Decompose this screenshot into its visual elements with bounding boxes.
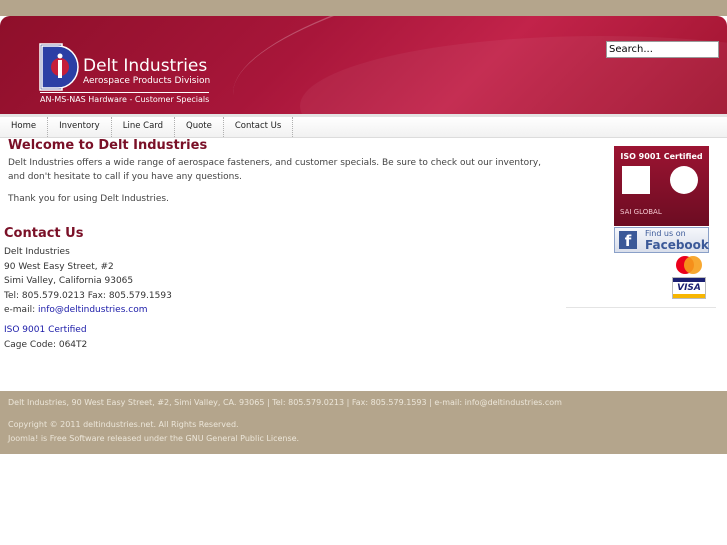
facebook-icon: f: [619, 231, 637, 250]
iso-badge[interactable]: ISO 9001 Certified SAI GLOBAL: [614, 146, 709, 226]
site-tagline: AN-MS-NAS Hardware - Customer Specials: [40, 92, 210, 104]
sidebar-divider: [566, 307, 716, 308]
site-header: Delt Industries Aerospace Products Divis…: [0, 16, 727, 114]
nav-item-inventory[interactable]: Inventory: [48, 117, 112, 137]
header-swoosh-line: [220, 16, 727, 114]
visa-top-band: [673, 278, 705, 282]
email-link[interactable]: info@deltindustries.com: [38, 305, 148, 315]
contact-title: Contact Us: [4, 226, 84, 241]
footer-license: Joomla! is Free Software released under …: [8, 434, 300, 443]
thank-you-paragraph: Thank you for using Delt Industries.: [8, 194, 169, 204]
facebook-top-label: Find us on: [645, 229, 686, 238]
facebook-bottom-label: Facebook: [645, 238, 709, 252]
site-division: Aerospace Products Division: [83, 76, 211, 86]
footer-address: Delt Industries, 90 West Easy Street, #2…: [8, 398, 562, 407]
iso-badge-sub: SAI GLOBAL: [620, 208, 662, 216]
contact-email-row: e-mail: info@deltindustries.com: [4, 303, 172, 318]
contact-address: Delt Industries 90 West Easy Street, #2 …: [4, 245, 172, 318]
cage-code: Cage Code: 064T2: [4, 340, 88, 350]
iso-certified-link[interactable]: ISO 9001 Certified: [4, 325, 87, 335]
contact-company: Delt Industries: [4, 247, 70, 257]
visa-icon: VISA: [672, 277, 706, 299]
nav-item-contact-us[interactable]: Contact Us: [224, 117, 294, 137]
site-logo[interactable]: Delt Industries Aerospace Products Divis…: [38, 42, 218, 114]
search-input[interactable]: Search...: [606, 41, 719, 58]
anab-icon: [622, 166, 650, 194]
welcome-paragraph: Delt Industries offers a wide range of a…: [8, 158, 542, 182]
contact-street: 90 West Easy Street, #2: [4, 261, 114, 272]
site-name: Delt Industries: [83, 56, 208, 76]
contact-phone-fax: Tel: 805.579.0213 Fax: 805.579.1593: [4, 290, 172, 301]
nav-item-line-card[interactable]: Line Card: [112, 117, 176, 137]
mastercard-icon: [672, 254, 706, 276]
nav-item-home[interactable]: Home: [0, 117, 49, 137]
nav-item-quote[interactable]: Quote: [175, 117, 224, 137]
main-nav: Home Inventory Line Card Quote Contact U…: [0, 114, 727, 138]
site-footer: Delt Industries, 90 West Easy Street, #2…: [0, 391, 727, 454]
visa-label: VISA: [677, 283, 701, 293]
certification-seal-icon: [670, 166, 698, 194]
contact-city: Simi Valley, California 93065: [4, 276, 134, 286]
footer-copyright: Copyright © 2011 deltindustries.net. All…: [8, 420, 239, 429]
email-label: e-mail:: [4, 305, 36, 315]
facebook-button[interactable]: f Find us on Facebook: [614, 227, 709, 253]
logo-mark-icon: [39, 43, 79, 91]
welcome-title: Welcome to Delt Industries: [8, 138, 208, 153]
visa-bottom-band: [673, 294, 705, 298]
top-strip: [0, 0, 727, 16]
iso-badge-title: ISO 9001 Certified: [620, 152, 703, 161]
